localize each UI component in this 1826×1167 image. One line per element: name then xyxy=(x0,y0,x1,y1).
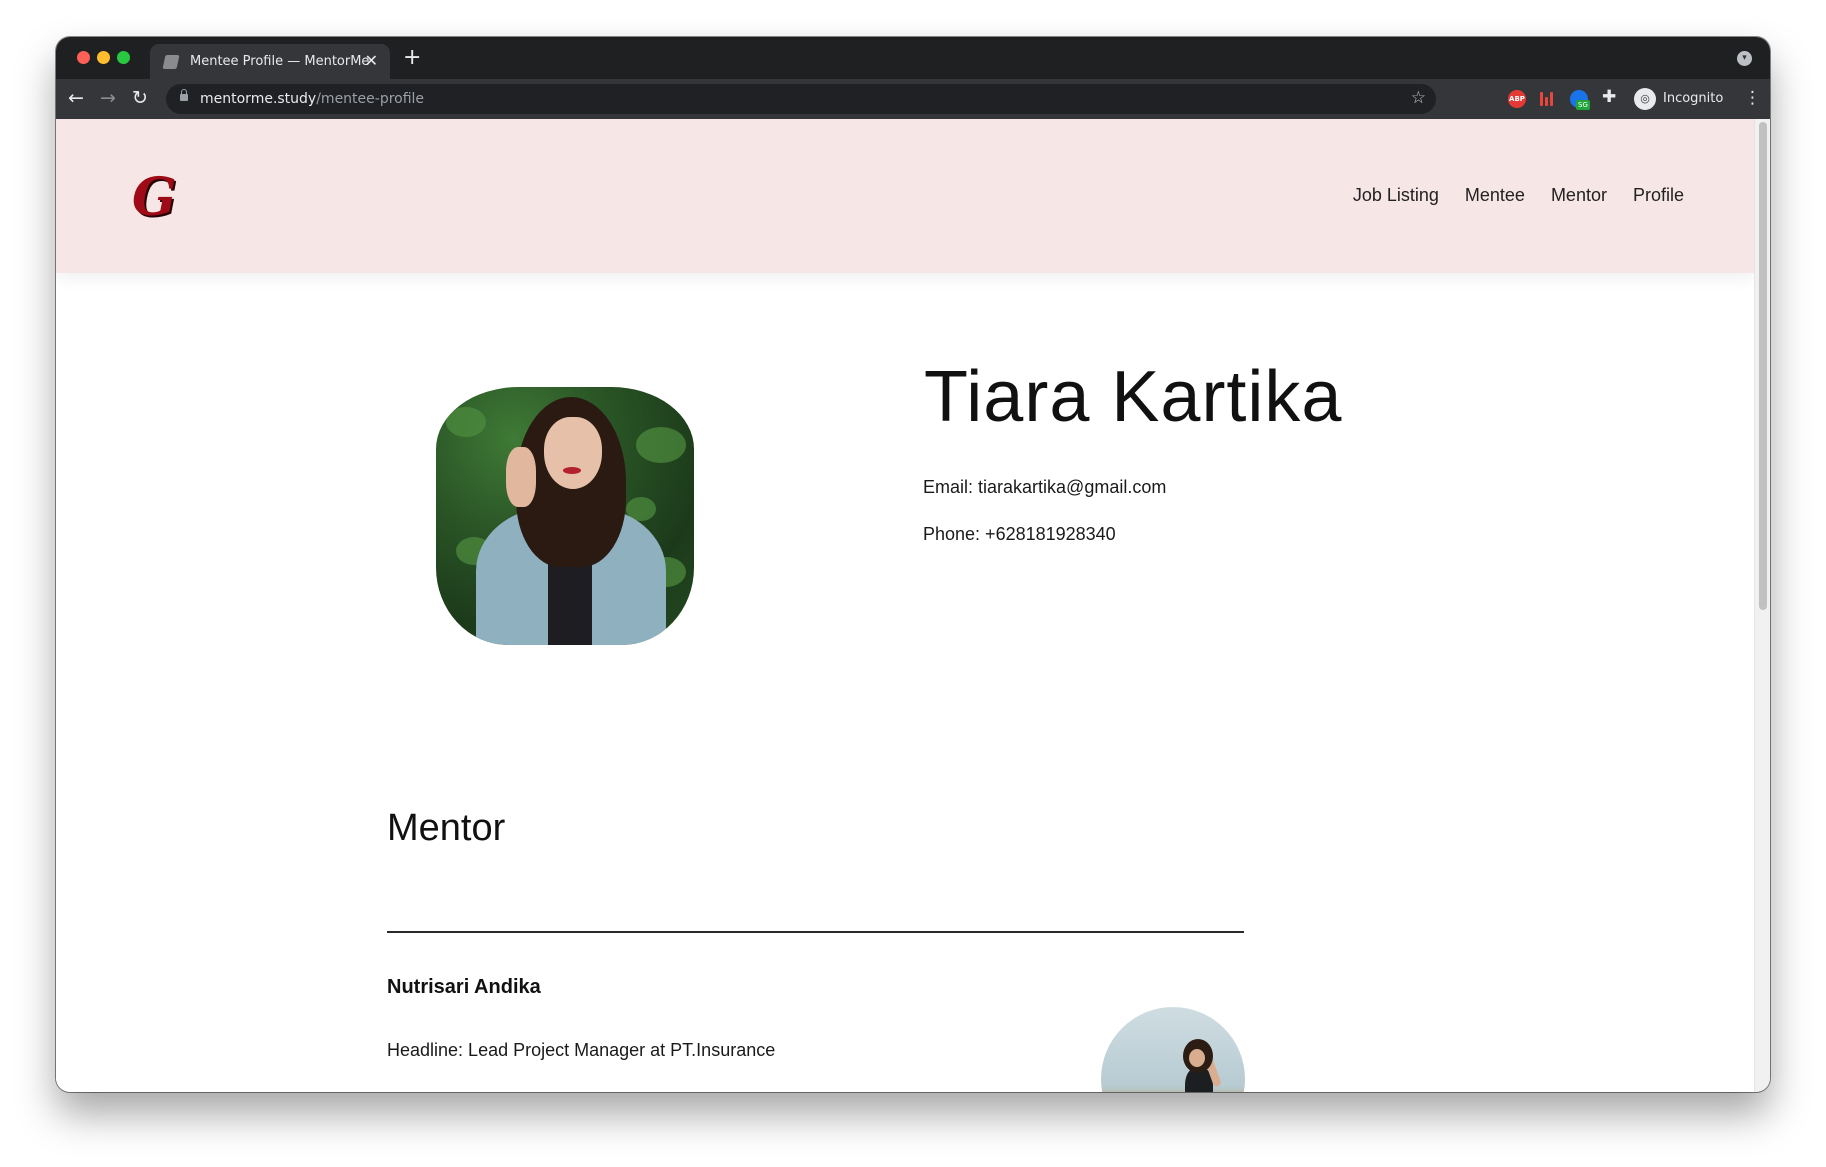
main-nav: Job Listing Mentee Mentor Profile xyxy=(1353,185,1684,206)
tab-search-icon[interactable]: ▾ xyxy=(1737,51,1752,66)
address-host: mentorme.study xyxy=(200,91,317,107)
new-tab-button[interactable]: + xyxy=(403,45,421,70)
mentor-headline: Headline: Lead Project Manager at PT.Ins… xyxy=(387,1040,776,1060)
sg-extension-icon[interactable]: SG xyxy=(1570,90,1590,110)
mentor-avatar xyxy=(1101,1007,1245,1092)
tab-strip: Mentee Profile — MentorMe ✕ + ▾ xyxy=(56,37,1770,79)
page-viewport: G Job Listing Mentee Mentor Profile Tiar… xyxy=(56,119,1754,1092)
address-bar[interactable]: mentorme.study/mentee-profile ☆ xyxy=(166,84,1436,114)
page-scrollbar[interactable] xyxy=(1754,119,1770,1092)
site-favicon-icon xyxy=(162,55,180,69)
close-tab-icon[interactable]: ✕ xyxy=(365,51,378,70)
site-header: G Job Listing Mentee Mentor Profile xyxy=(56,119,1754,273)
tab-title: Mentee Profile — MentorMe xyxy=(190,54,370,69)
browser-menu-icon[interactable]: ⋮ xyxy=(1744,88,1761,108)
nav-mentor[interactable]: Mentor xyxy=(1551,185,1607,206)
bookmark-star-icon[interactable]: ☆ xyxy=(1411,88,1426,108)
mentee-name: Tiara Kartika xyxy=(924,357,1343,437)
section-divider xyxy=(387,931,1244,933)
minimize-window-button[interactable] xyxy=(97,51,110,64)
close-window-button[interactable] xyxy=(77,51,90,64)
forward-button[interactable]: → xyxy=(100,87,116,109)
mentor-name: Nutrisari Andika xyxy=(387,976,541,998)
mentee-email: Email: tiarakartika@gmail.com xyxy=(923,477,1167,497)
nav-mentee[interactable]: Mentee xyxy=(1465,185,1525,206)
nav-job-listing[interactable]: Job Listing xyxy=(1353,185,1439,206)
sg-extension-badge: SG xyxy=(1576,100,1590,110)
nav-profile[interactable]: Profile xyxy=(1633,185,1684,206)
profile-photo xyxy=(436,387,694,645)
active-tab[interactable]: Mentee Profile — MentorMe ✕ xyxy=(150,44,390,79)
browser-toolbar: ← → ↻ mentorme.study/mentee-profile ☆ AB… xyxy=(56,79,1770,119)
lock-icon[interactable] xyxy=(180,89,188,101)
bars-extension-icon[interactable] xyxy=(1540,90,1554,108)
mentor-section-heading: Mentor xyxy=(387,807,506,849)
adblock-extension-icon[interactable]: ABP xyxy=(1508,90,1526,108)
extensions-puzzle-icon[interactable]: ✚ xyxy=(1602,87,1616,107)
mentee-phone: Phone: +628181928340 xyxy=(923,524,1116,544)
scrollbar-thumb[interactable] xyxy=(1759,122,1767,610)
address-path: /mentee-profile xyxy=(316,91,425,107)
back-button[interactable]: ← xyxy=(68,87,84,109)
browser-window: Mentee Profile — MentorMe ✕ + ▾ ← → ↻ me… xyxy=(56,37,1770,1092)
site-logo[interactable]: G xyxy=(132,171,180,225)
address-url[interactable]: mentorme.study/mentee-profile xyxy=(200,91,424,107)
incognito-icon[interactable]: ◎ xyxy=(1634,88,1656,110)
incognito-label[interactable]: Incognito xyxy=(1663,91,1723,106)
reload-button[interactable]: ↻ xyxy=(132,87,148,109)
maximize-window-button[interactable] xyxy=(117,51,130,64)
